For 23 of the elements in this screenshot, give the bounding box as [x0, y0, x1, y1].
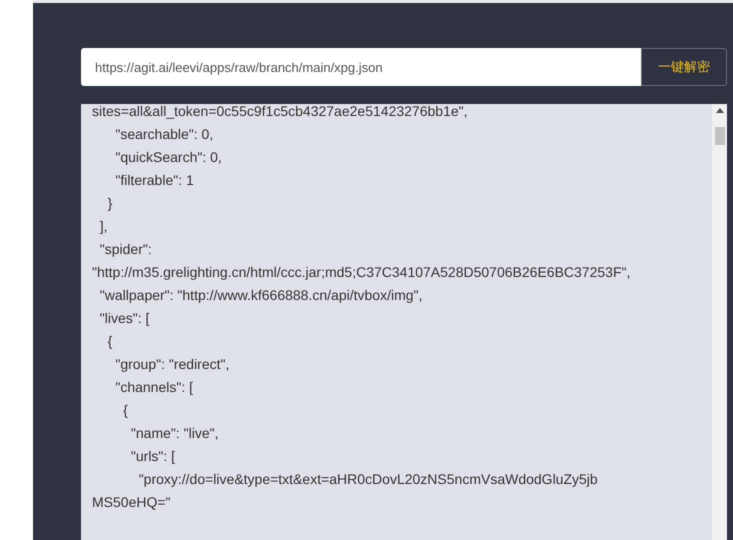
code-line: "lives": [ — [98, 309, 150, 328]
code-line: { — [122, 401, 128, 420]
code-line: "proxy://do=live&type=txt&ext=aHR0cDovL20zNS5ncmVsaWdodGluZy5jb — [138, 470, 598, 489]
scroll-up-icon[interactable] — [716, 108, 724, 113]
scrollbar[interactable] — [712, 104, 727, 540]
code-line: "filterable": 1 — [114, 171, 194, 190]
code-line: sites=all&all_token=0c55c9f1c5cb4327ae2e51423276bb1e", — [92, 104, 468, 121]
code-line: "searchable": 0, — [114, 125, 214, 144]
code-line: } — [106, 194, 112, 213]
code-line: "urls": [ — [130, 447, 176, 466]
scroll-thumb[interactable] — [714, 127, 724, 145]
code-line: "spider": — [98, 240, 152, 259]
code-line: "name": "live", — [130, 424, 218, 443]
code-line: "quickSearch": 0, — [114, 148, 222, 167]
code-line: "wallpaper": "http://www.kf666888.cn/api/tvbox/img", — [98, 286, 422, 305]
decode-button[interactable]: 一键解密 — [641, 48, 727, 86]
code-line: "group": "redirect", — [114, 355, 230, 374]
code-line: { — [106, 332, 112, 351]
code-line: "channels": [ — [114, 378, 193, 397]
url-field[interactable]: https://agit.ai/leevi/apps/raw/branch/main/xpg.json — [81, 48, 641, 86]
code-line: MS50eHQ=" — [92, 493, 171, 512]
code-line: "http://m35.grelighting.cn/html/ccc.jar;md5;C37C34107A528D50706B26E6BC37253F", — [92, 263, 630, 282]
code-line: ], — [98, 217, 108, 236]
